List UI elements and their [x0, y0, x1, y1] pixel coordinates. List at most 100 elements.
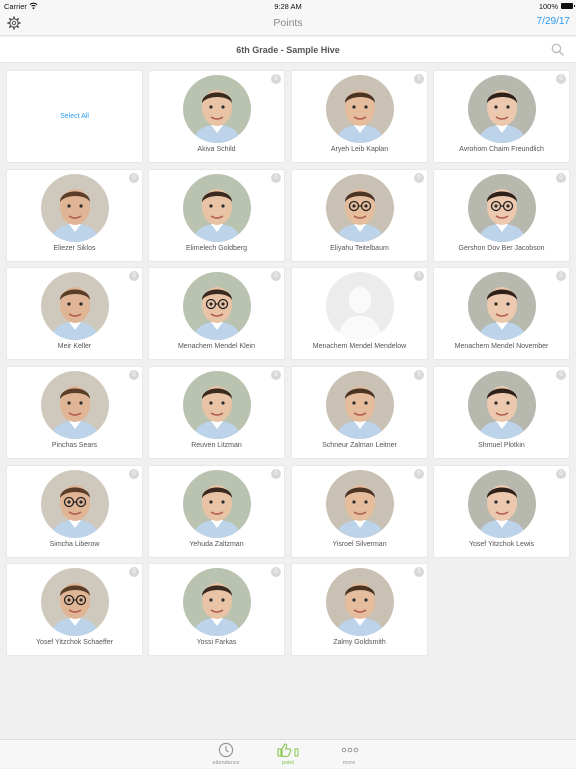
- more-dots-icon: [341, 747, 359, 753]
- student-card[interactable]: Akiva Schild 0: [148, 70, 285, 163]
- date-button[interactable]: 7/29/17: [537, 16, 570, 27]
- student-card[interactable]: Menachem Mendel Klein 0: [148, 267, 285, 360]
- student-card[interactable]: Aryeh Leib Kaplan 0: [291, 70, 428, 163]
- student-card[interactable]: Eliezer Siklos 0: [6, 169, 143, 262]
- student-card[interactable]: Menachem Mendel November 0: [433, 267, 570, 360]
- student-avatar: [468, 174, 536, 242]
- student-card[interactable]: Avrohom Chaim Freundlich 0: [433, 70, 570, 163]
- clock-time: 9:28 AM: [274, 2, 302, 11]
- points-badge: 0: [129, 567, 139, 577]
- status-bar: Carrier 9:28 AM 100%: [0, 0, 576, 12]
- points-badge: 0: [271, 74, 281, 84]
- points-badge: 0: [271, 567, 281, 577]
- student-avatar: [183, 568, 251, 636]
- thumbs-up-icon: [277, 743, 299, 757]
- points-badge: 0: [414, 74, 424, 84]
- student-avatar: [183, 371, 251, 439]
- points-badge: 0: [414, 567, 424, 577]
- student-name: Zalmy Goldsmith: [333, 639, 386, 646]
- student-card[interactable]: Yehuda Zaltzman 0: [148, 465, 285, 558]
- search-icon[interactable]: [551, 43, 564, 56]
- student-card[interactable]: Yosef Yitzchok Schaeffer 0: [6, 563, 143, 656]
- tab-point[interactable]: point: [258, 740, 318, 769]
- student-name: Schneur Zalman Leitner: [322, 442, 397, 449]
- nav-bar: Points 7/29/17: [0, 12, 576, 36]
- student-name: Yosef Yitzchok Schaeffer: [35, 639, 114, 646]
- points-badge: 0: [129, 469, 139, 479]
- student-card[interactable]: Pinchas Sears 0: [6, 366, 143, 459]
- student-card[interactable]: Reuven Litzman 0: [148, 366, 285, 459]
- battery-percent: 100%: [538, 2, 558, 11]
- student-card[interactable]: Zalmy Goldsmith 0: [291, 563, 428, 656]
- student-card[interactable]: Yossi Farkas 0: [148, 563, 285, 656]
- student-name: Yehuda Zaltzman: [189, 541, 244, 548]
- tab-bar: attendance point more: [0, 739, 576, 768]
- tab-more[interactable]: more: [319, 740, 379, 769]
- student-card[interactable]: Elimelech Goldberg 0: [148, 169, 285, 262]
- tab-label-attendance: attendance: [212, 760, 240, 766]
- clock-icon: [218, 742, 234, 758]
- student-avatar: [183, 75, 251, 143]
- points-badge: 0: [414, 469, 424, 479]
- tab-label-point: point: [282, 760, 294, 766]
- student-card[interactable]: Meir Keller 0: [6, 267, 143, 360]
- student-avatar: [183, 272, 251, 340]
- points-badge: 0: [556, 370, 566, 380]
- student-name: Yosef Yitzchok Lewis: [468, 541, 535, 548]
- points-badge: 0: [129, 173, 139, 183]
- student-avatar: [183, 174, 251, 242]
- select-all-button[interactable]: Select All: [7, 113, 142, 120]
- student-card[interactable]: Yosef Yitzchok Lewis 0: [433, 465, 570, 558]
- student-name: Simcha Liberow: [49, 541, 100, 548]
- points-badge: 0: [414, 370, 424, 380]
- student-avatar: [326, 568, 394, 636]
- student-name: Reuven Litzman: [191, 442, 242, 449]
- student-card[interactable]: Simcha Liberow 0: [6, 465, 143, 558]
- student-name: Yossi Farkas: [196, 639, 237, 646]
- student-name: Akiva Schild: [197, 146, 236, 153]
- points-badge: 0: [556, 271, 566, 281]
- student-avatar: [326, 272, 394, 340]
- student-name: Menachem Mendel Klein: [177, 343, 256, 350]
- student-avatar: [468, 272, 536, 340]
- student-avatar: [326, 371, 394, 439]
- points-badge: 0: [271, 469, 281, 479]
- student-card[interactable]: Menachem Mendel Mendelow 0: [291, 267, 428, 360]
- student-avatar: [41, 272, 109, 340]
- student-name: Avrohom Chaim Freundlich: [459, 146, 544, 153]
- tab-attendance[interactable]: attendance: [196, 740, 256, 769]
- student-avatar: [41, 470, 109, 538]
- student-name: Pinchas Sears: [51, 442, 98, 449]
- student-card[interactable]: Yisroel Silverman 0: [291, 465, 428, 558]
- student-name: Eliyahu Teitelbaum: [330, 245, 389, 252]
- points-badge: 0: [556, 74, 566, 84]
- student-name: Gershon Dov Ber Jacobson: [458, 245, 545, 252]
- student-name: Elimelech Goldberg: [185, 245, 248, 252]
- points-badge: 0: [414, 271, 424, 281]
- student-name: Aryeh Leib Kaplan: [330, 146, 389, 153]
- points-badge: 0: [556, 173, 566, 183]
- battery-icon: [561, 3, 575, 9]
- points-badge: 0: [414, 173, 424, 183]
- hive-header: 6th Grade - Sample Hive: [0, 37, 576, 63]
- student-card[interactable]: Schneur Zalman Leitner 0: [291, 366, 428, 459]
- student-name: Meir Keller: [57, 343, 92, 350]
- points-badge: 0: [129, 271, 139, 281]
- student-name: Menachem Mendel Mendelow: [312, 343, 407, 350]
- student-avatar: [326, 75, 394, 143]
- student-name: Yisroel Silverman: [332, 541, 387, 548]
- student-avatar: [41, 568, 109, 636]
- student-avatar: [468, 371, 536, 439]
- student-avatar: [183, 470, 251, 538]
- student-card[interactable]: Shmuel Plotkin 0: [433, 366, 570, 459]
- points-badge: 0: [271, 173, 281, 183]
- student-avatar: [326, 470, 394, 538]
- select-all-card[interactable]: Select All: [6, 70, 143, 163]
- student-name: Eliezer Siklos: [53, 245, 96, 252]
- student-card[interactable]: Eliyahu Teitelbaum 0: [291, 169, 428, 262]
- points-badge: 0: [556, 469, 566, 479]
- student-avatar: [468, 470, 536, 538]
- hive-name: 6th Grade - Sample Hive: [236, 45, 340, 55]
- student-avatar: [41, 371, 109, 439]
- student-card[interactable]: Gershon Dov Ber Jacobson 0: [433, 169, 570, 262]
